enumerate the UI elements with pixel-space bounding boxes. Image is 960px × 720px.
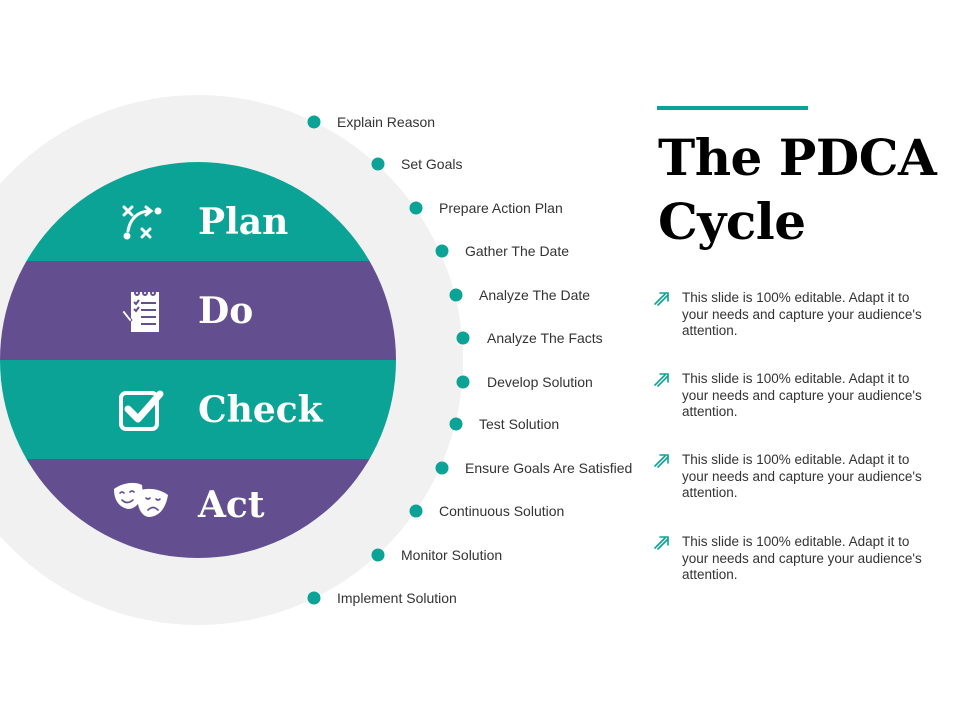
step-dot [371,157,385,171]
note-item: This slide is 100% editable. Adapt it to… [652,290,922,340]
note-text: This slide is 100% editable. Adapt it to… [682,371,922,419]
step-dot [449,288,463,302]
note-text: This slide is 100% editable. Adapt it to… [682,534,922,582]
step-dot [435,461,449,475]
double-arrow-up-right-icon [654,373,669,387]
step-label: Ensure Goals Are Satisfied [465,460,633,476]
theater-masks-icon [114,482,168,517]
step-label: Analyze The Date [479,287,591,303]
note-text: This slide is 100% editable. Adapt it to… [682,452,922,500]
double-arrow-up-right-icon [654,536,669,550]
step-dot [456,375,470,389]
step-dot [307,115,321,129]
strategy-icon [122,205,162,240]
note-text: This slide is 100% editable. Adapt it to… [682,290,922,338]
step-label: Prepare Action Plan [439,200,563,216]
step-label: Implement Solution [337,590,457,606]
page-title: The PDCA Cycle [658,126,937,254]
phase-plan-label: Plan [198,201,289,243]
step-label: Develop Solution [487,374,593,390]
step-dot [409,201,423,215]
step-dot [307,591,321,605]
note-item: This slide is 100% editable. Adapt it to… [652,371,922,421]
phase-check-label: Check [198,389,323,431]
step-dot [449,417,463,431]
step-dot [409,504,423,518]
step-label: Analyze The Facts [487,330,603,346]
double-arrow-up-right-icon [654,454,669,468]
title-line-1: The PDCA [658,128,937,187]
phase-do-label: Do [198,290,254,332]
double-arrow-up-right-icon [654,292,669,306]
title-line-2: Cycle [658,192,806,251]
checkbox-checked-icon [119,390,164,431]
note-item: This slide is 100% editable. Adapt it to… [652,452,922,502]
step-label: Test Solution [479,416,560,432]
step-dot [371,548,385,562]
note-item: This slide is 100% editable. Adapt it to… [652,534,922,584]
step-label: Set Goals [401,156,463,172]
step-label: Gather The Date [465,243,570,259]
title-accent-bar [657,106,808,110]
checklist-notepad-icon [121,290,159,332]
step-label: Continuous Solution [439,503,565,519]
pdca-circle-diagram [0,95,463,625]
step-label: Monitor Solution [401,547,503,563]
step-label: Explain Reason [337,114,436,130]
step-dot [435,244,449,258]
step-dot [456,331,470,345]
phase-act-label: Act [198,484,265,526]
